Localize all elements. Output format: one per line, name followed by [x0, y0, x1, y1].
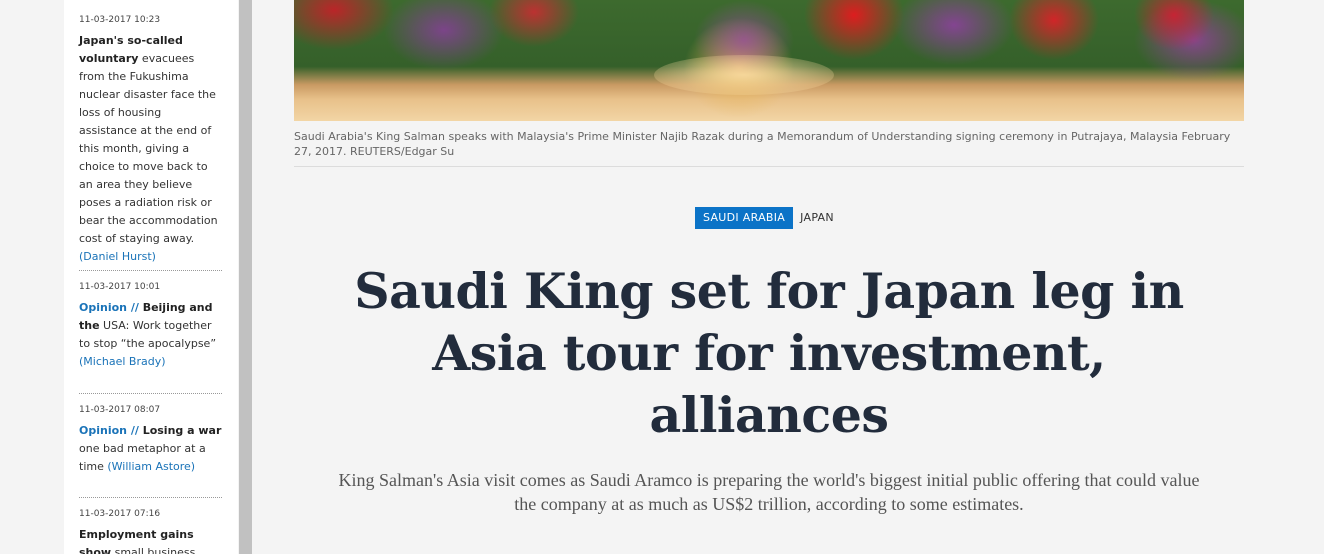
news-item[interactable]: 11-03-2017 07:16 Employment gains show s… — [79, 508, 222, 554]
article-tags: SAUDI ARABIA JAPAN — [695, 207, 841, 229]
news-text[interactable]: Japan's so-called voluntary evacuees fro… — [79, 32, 222, 266]
image-caption: Saudi Arabia's King Salman speaks with M… — [294, 130, 1231, 158]
news-divider — [79, 393, 222, 394]
news-timestamp: 11-03-2017 08:07 — [79, 405, 161, 415]
news-body: USA: Work together to stop “the apocalyp… — [79, 319, 217, 350]
news-item[interactable]: 11-03-2017 08:07 Opinion // Losing a war… — [79, 404, 222, 476]
ribbon-knot-graphic — [654, 55, 834, 95]
news-timestamp: 11-03-2017 07:16 — [79, 509, 161, 519]
news-timestamp: 11-03-2017 10:23 — [79, 15, 161, 25]
news-timestamp: 11-03-2017 10:01 — [79, 282, 161, 292]
opinion-tag[interactable]: Opinion // — [79, 301, 139, 314]
latest-news-panel: 11-03-2017 10:23 Japan's so-called volun… — [64, 0, 238, 554]
news-body: small business — [111, 546, 196, 554]
news-item[interactable]: 11-03-2017 10:01 Opinion // Beijing and … — [79, 281, 222, 371]
news-divider — [79, 270, 222, 271]
news-text[interactable]: Employment gains show small business — [79, 526, 222, 554]
tag-saudi-arabia[interactable]: SAUDI ARABIA — [695, 207, 794, 229]
news-author-link[interactable]: (Daniel Hurst) — [79, 250, 156, 263]
article-hero-image — [294, 0, 1244, 121]
news-author-link[interactable]: (William Astore) — [107, 460, 195, 473]
news-author-link[interactable]: (Michael Brady) — [79, 355, 166, 368]
news-sidebar: 11-03-2017 10:23 Japan's so-called volun… — [0, 0, 254, 554]
news-text[interactable]: Opinion // Losing a war one bad metaphor… — [79, 422, 222, 476]
news-item[interactable]: 11-03-2017 10:23 Japan's so-called volun… — [79, 14, 222, 266]
article-standfirst: King Salman's Asia visit comes as Saudi … — [338, 470, 1200, 514]
news-body: evacuees from the Fukushima nuclear disa… — [79, 52, 218, 245]
sidebar-scrollbar[interactable] — [239, 0, 252, 554]
opinion-tag[interactable]: Opinion // — [79, 424, 139, 437]
tag-japan[interactable]: JAPAN — [793, 207, 841, 229]
news-bold-lead: Losing a war — [138, 424, 222, 437]
news-text[interactable]: Opinion // Beijing and the USA: Work tog… — [79, 299, 222, 371]
caption-divider — [294, 166, 1244, 167]
article-headline: Saudi King set for Japan leg in Asia tou… — [354, 262, 1184, 444]
news-divider — [79, 497, 222, 498]
